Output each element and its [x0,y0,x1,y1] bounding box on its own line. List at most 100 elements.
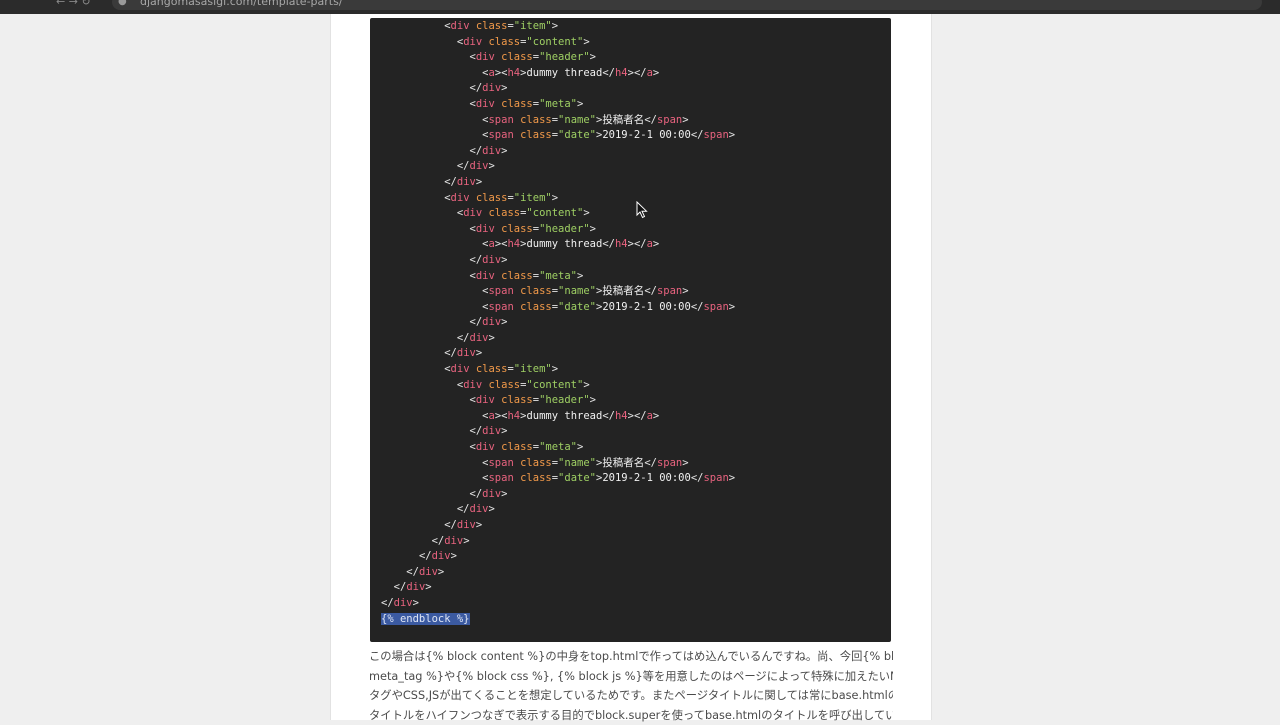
code-line: </div> [381,424,735,440]
code-token: div [432,550,451,562]
code-token: </ [406,566,419,578]
code-token: span [488,114,513,126]
code-token: "name" [558,285,596,297]
code-token: > [682,285,688,297]
code-line: {% endblock %} [381,612,735,628]
code-token: </ [644,457,657,469]
code-line: </div> [381,175,735,191]
code-token: div [476,270,495,282]
code-token: >< [495,67,508,79]
code-token: "date" [558,472,596,484]
code-token: > [476,347,482,359]
code-token: > [577,441,583,453]
code-token: div [451,363,470,375]
code-token: div [482,145,501,157]
code-line: <div class="header"> [381,50,735,66]
code-line: </div> [381,549,735,565]
code-line: <a><h4>dummy thread</h4></a> [381,66,735,82]
mouse-pointer-icon [636,201,648,219]
code-line: </div> [381,159,735,175]
code-token: 2019-2-1 00:00 [602,472,691,484]
code-token: div [476,441,495,453]
code-token: > [463,535,469,547]
code-token: class [520,472,552,484]
code-token: ></ [628,410,647,422]
code-line: <div class="meta"> [381,97,735,113]
code-token: div [476,394,495,406]
code-token: </ [470,488,483,500]
code-token: h4 [615,67,628,79]
code-token: span [657,457,682,469]
code-token: </ [470,425,483,437]
code-token: span [657,285,682,297]
code-token: > [729,129,735,141]
code-token: > [501,82,507,94]
code-token: > [590,394,596,406]
code-token: div [457,176,476,188]
url-text[interactable]: djangomasasigi.com/template-parts/ [140,0,343,8]
code-token: > [682,114,688,126]
code-token: div [451,192,470,204]
code-token: span [488,285,513,297]
browser-nav-buttons[interactable]: ← → ↻ [56,0,91,8]
code-line: <div class="item"> [381,19,735,35]
code-token: > [413,597,419,609]
code-token: div [419,566,438,578]
code-token: "header" [539,394,590,406]
code-line: </div> [381,534,735,550]
code-token: > [590,223,596,235]
code-token: div [470,332,489,344]
code-token: div [482,316,501,328]
code-line: </div> [381,253,735,269]
code-line: </div> [381,315,735,331]
code-token: </ [470,316,483,328]
code-token: > [583,207,589,219]
code-line: <div class="content"> [381,378,735,394]
code-token: div [451,20,470,32]
code-token: > [552,20,558,32]
code-token: div [406,581,425,593]
code-token: div [476,51,495,63]
code-token: > [438,566,444,578]
selected-text[interactable]: {% endblock %} [381,613,470,625]
code-token: </ [444,519,457,531]
code-token: </ [470,82,483,94]
code-line: </div> [381,331,735,347]
code-line: <div class="content"> [381,35,735,51]
code-token: >< [495,238,508,250]
code-token: "item" [514,192,552,204]
code-token: </ [644,285,657,297]
code-line: </div> [381,596,735,612]
code-token: > [501,425,507,437]
code-line: <div class="meta"> [381,440,735,456]
code-token: "meta" [539,441,577,453]
code-token: > [729,301,735,313]
code-token: </ [444,176,457,188]
code-lines: <div class="item"> <div class="content">… [381,19,735,627]
code-token: div [482,425,501,437]
code-token: </ [419,550,432,562]
code-token: > [476,519,482,531]
code-token: </ [691,129,704,141]
code-token: "date" [558,129,596,141]
code-token: dummy thread [526,67,602,79]
code-token: span [657,114,682,126]
code-line: <span class="name">投稿者名</span> [381,456,735,472]
code-token: > [552,192,558,204]
code-token: class [520,129,552,141]
code-token: "content" [526,379,583,391]
code-token: </ [432,535,445,547]
code-line: <span class="date">2019-2-1 00:00</span> [381,471,735,487]
code-token: 投稿者名 [602,114,644,126]
code-line: <div class="header"> [381,393,735,409]
code-token: > [577,98,583,110]
code-token: class [501,394,533,406]
code-token: </ [470,254,483,266]
code-token: </ [457,332,470,344]
code-block[interactable]: <div class="item"> <div class="content">… [370,18,891,642]
code-token: >< [495,410,508,422]
code-token: > [577,270,583,282]
code-token: > [552,363,558,375]
code-token: ></ [628,67,647,79]
code-token: div [394,597,413,609]
